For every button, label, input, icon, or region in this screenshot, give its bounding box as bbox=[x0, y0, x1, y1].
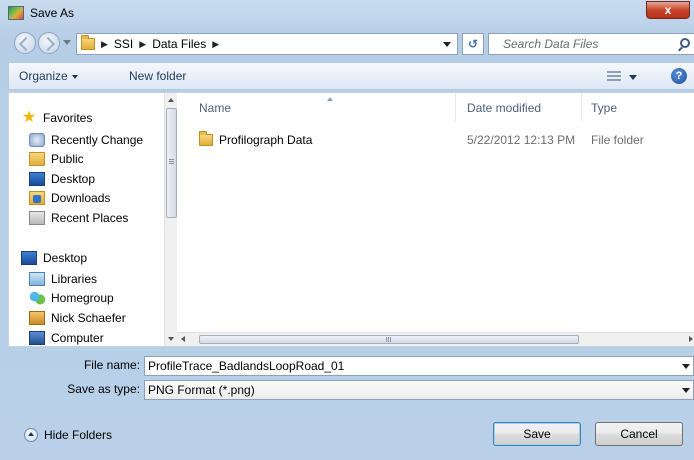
search-input[interactable] bbox=[489, 34, 669, 54]
file-type: File folder bbox=[591, 133, 644, 147]
desktop-icon bbox=[21, 251, 37, 265]
save-as-type-label: Save as type: bbox=[67, 382, 140, 396]
scroll-left-icon[interactable] bbox=[181, 336, 185, 342]
organize-label: Organize bbox=[19, 69, 68, 83]
new-folder-button[interactable]: New folder bbox=[129, 69, 186, 83]
nav-user[interactable]: Nick Schaefer bbox=[29, 309, 126, 327]
breadcrumb-separator-icon[interactable]: ▶ bbox=[101, 39, 108, 50]
nav-homegroup[interactable]: Homegroup bbox=[29, 289, 114, 307]
recent-pages-dropdown[interactable] bbox=[63, 40, 71, 45]
address-dropdown[interactable] bbox=[443, 42, 451, 47]
breadcrumb-ssi[interactable]: SSI bbox=[114, 37, 133, 51]
column-header-date-modified[interactable]: Date modified bbox=[467, 101, 541, 115]
nav-label: Public bbox=[51, 152, 84, 166]
navigation-scrollbar[interactable] bbox=[164, 93, 177, 346]
file-date-modified: 5/22/2012 12:13 PM bbox=[467, 133, 576, 147]
file-name-label: File name: bbox=[83, 358, 140, 372]
grip-icon bbox=[169, 159, 174, 165]
organize-button[interactable]: Organize bbox=[19, 69, 78, 83]
chevron-down-icon[interactable] bbox=[682, 364, 690, 369]
computer-icon bbox=[29, 331, 45, 345]
address-bar[interactable]: ▶ SSI ▶ Data Files ▶ bbox=[76, 33, 458, 55]
scrollbar-thumb[interactable] bbox=[199, 335, 579, 344]
app-icon bbox=[8, 6, 24, 20]
folder-icon bbox=[29, 152, 45, 166]
column-header-name[interactable]: Name bbox=[199, 101, 231, 115]
nav-label: Computer bbox=[51, 331, 104, 345]
file-name-field[interactable] bbox=[144, 356, 694, 376]
save-as-type-value: PNG Format (*.png) bbox=[148, 383, 255, 397]
views-icon[interactable] bbox=[607, 71, 621, 81]
breadcrumb-separator-icon[interactable]: ▶ bbox=[212, 39, 219, 50]
scrollbar-thumb[interactable] bbox=[166, 108, 177, 218]
nav-recent-places[interactable]: Recent Places bbox=[29, 209, 128, 227]
title-bar: Save As x bbox=[0, 0, 694, 26]
scroll-right-icon[interactable] bbox=[689, 336, 693, 342]
command-bar: Organize New folder ? bbox=[8, 62, 694, 90]
window-title: Save As bbox=[30, 6, 75, 20]
refresh-button[interactable]: ↺ bbox=[462, 33, 484, 55]
nav-downloads[interactable]: Downloads bbox=[29, 189, 110, 207]
nav-desktop[interactable]: Desktop bbox=[21, 249, 87, 267]
hide-folders-button[interactable]: Hide Folders bbox=[24, 428, 112, 442]
file-name: Profilograph Data bbox=[219, 133, 313, 147]
breadcrumb-separator-icon[interactable]: ▶ bbox=[139, 39, 146, 50]
column-divider[interactable] bbox=[455, 93, 456, 121]
forward-button[interactable] bbox=[38, 32, 60, 54]
save-button[interactable]: Save bbox=[493, 422, 581, 446]
chevron-down-icon[interactable] bbox=[682, 388, 690, 393]
scroll-down-icon[interactable] bbox=[168, 337, 174, 341]
nav-recently-changed[interactable]: Recently Change bbox=[29, 131, 143, 149]
chevron-down-icon bbox=[71, 74, 78, 79]
hide-folders-label: Hide Folders bbox=[44, 428, 113, 442]
nav-public[interactable]: Public bbox=[29, 150, 84, 168]
nav-favorites[interactable]: ★ Favorites bbox=[21, 109, 93, 127]
search-box[interactable] bbox=[488, 33, 694, 55]
nav-label: Recent Places bbox=[51, 211, 129, 225]
nav-label: Recently Change bbox=[51, 133, 144, 147]
downloads-icon bbox=[29, 191, 45, 205]
nav-label: Libraries bbox=[51, 272, 98, 286]
cancel-button[interactable]: Cancel bbox=[595, 422, 683, 446]
list-item[interactable]: Profilograph Data 5/22/2012 12:13 PM Fil… bbox=[197, 131, 677, 149]
column-divider[interactable] bbox=[581, 93, 582, 121]
libraries-icon bbox=[29, 272, 45, 286]
star-icon: ★ bbox=[21, 109, 37, 126]
navigation-pane[interactable]: ★ Favorites Recently Change Public Deskt… bbox=[9, 93, 177, 346]
scroll-up-icon[interactable] bbox=[168, 98, 174, 102]
nav-computer[interactable]: Computer bbox=[29, 329, 104, 346]
save-as-type-select[interactable]: PNG Format (*.png) bbox=[144, 380, 694, 400]
collapse-icon bbox=[24, 428, 38, 442]
nav-label: Homegroup bbox=[51, 291, 114, 305]
address-row: ▶ SSI ▶ Data Files ▶ ↺ bbox=[0, 28, 694, 58]
back-button[interactable] bbox=[14, 32, 36, 54]
folder-icon bbox=[81, 35, 95, 50]
nav-libraries[interactable]: Libraries bbox=[29, 270, 97, 288]
column-header-type[interactable]: Type bbox=[591, 101, 617, 115]
nav-label: Favorites bbox=[43, 111, 93, 125]
recent-places-icon bbox=[29, 211, 45, 225]
help-icon[interactable]: ? bbox=[671, 68, 687, 84]
nav-label: Desktop bbox=[43, 251, 88, 265]
homegroup-icon bbox=[29, 291, 45, 305]
file-list[interactable]: Name Date modified Type Profilograph Dat… bbox=[177, 93, 694, 346]
close-button[interactable]: x bbox=[646, 1, 690, 19]
views-dropdown[interactable] bbox=[629, 75, 637, 80]
user-folder-icon bbox=[29, 311, 45, 325]
browser-panes: ★ Favorites Recently Change Public Deskt… bbox=[8, 92, 694, 347]
nav-label: Desktop bbox=[51, 172, 96, 186]
file-list-scrollbar[interactable] bbox=[177, 332, 694, 346]
nav-label: Downloads bbox=[51, 191, 111, 205]
save-as-dialog: Save As x ▶ SSI ▶ Data Files ▶ ↺ Organiz… bbox=[0, 0, 694, 460]
sort-ascending-icon bbox=[327, 97, 333, 101]
grip-icon bbox=[386, 337, 392, 342]
folder-icon bbox=[199, 131, 213, 146]
nav-label: Nick Schaefer bbox=[51, 311, 126, 325]
file-name-input[interactable] bbox=[145, 357, 675, 375]
search-icon[interactable] bbox=[680, 38, 690, 48]
breadcrumb-data-files[interactable]: Data Files bbox=[152, 37, 206, 51]
recently-changed-icon bbox=[29, 133, 45, 147]
desktop-icon bbox=[29, 172, 45, 186]
nav-desktop-fav[interactable]: Desktop bbox=[29, 170, 95, 188]
